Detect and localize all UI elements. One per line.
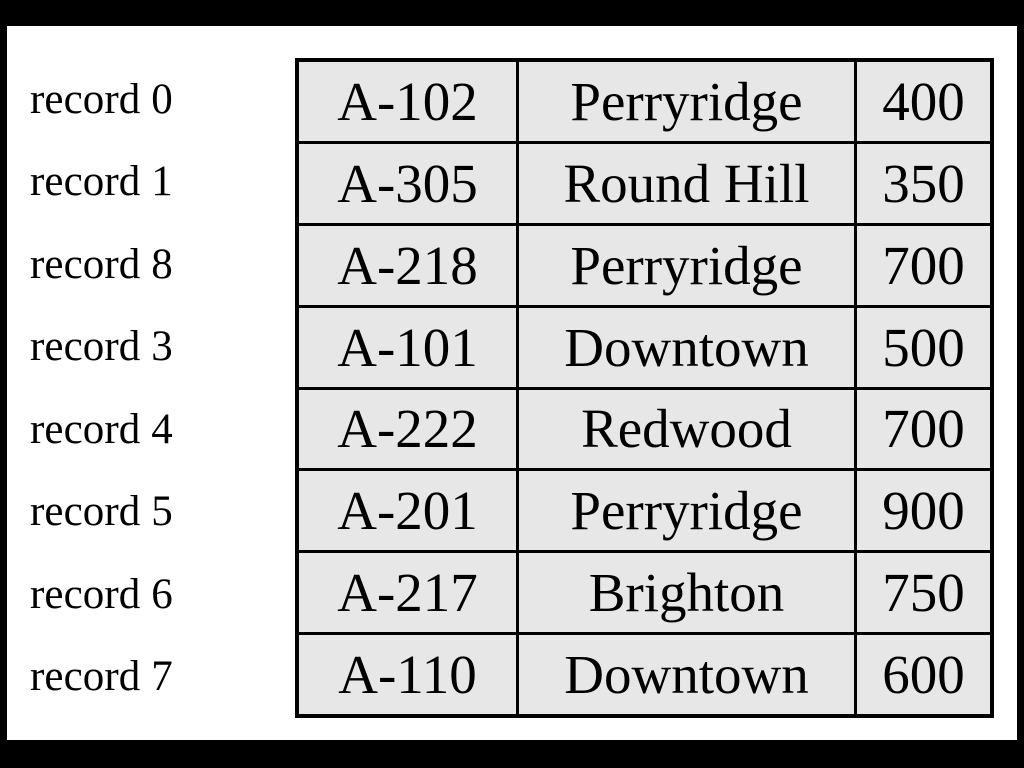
table-row: A-102 Perryridge 400 [299, 62, 990, 144]
records-table: A-102 Perryridge 400 A-305 Round Hill 35… [295, 58, 994, 718]
table-row: A-201 Perryridge 900 [299, 471, 990, 554]
record-label: record 8 [30, 240, 173, 288]
cell-account-number: A-222 [299, 389, 519, 469]
table-row: A-218 Perryridge 700 [299, 225, 990, 308]
table-row: A-222 Redwood 700 [299, 389, 990, 472]
cell-branch-name: Downtown [519, 635, 857, 714]
cell-account-number: A-305 [299, 143, 519, 223]
cell-balance: 600 [882, 644, 965, 706]
record-label: record 0 [30, 75, 173, 123]
cell-account-number: A-217 [299, 553, 519, 633]
table-row: A-305 Round Hill 350 [299, 143, 990, 226]
cell-account-number: A-201 [299, 471, 519, 551]
cell-branch-name: Redwood [519, 389, 857, 469]
record-label: record 7 [30, 653, 173, 701]
record-label: record 4 [30, 405, 173, 453]
cell-balance: 400 [882, 70, 965, 132]
slide-canvas: record 0 record 1 record 8 record 3 reco… [7, 26, 1017, 740]
cell-balance: 350 [882, 152, 965, 214]
table-row: A-101 Downtown 500 [299, 307, 990, 390]
cell-balance: 700 [882, 234, 965, 296]
cell-account-number: A-110 [299, 635, 519, 714]
cell-balance: 500 [882, 316, 965, 378]
cell-account-number: A-102 [299, 62, 519, 141]
cell-branch-name: Perryridge [519, 225, 857, 305]
record-label: record 3 [30, 323, 173, 371]
record-label: record 6 [30, 570, 173, 618]
cell-branch-name: Round Hill [519, 143, 857, 223]
record-label-list: record 0 record 1 record 8 record 3 reco… [30, 58, 295, 718]
cell-branch-name: Downtown [519, 307, 857, 387]
table-row: A-217 Brighton 750 [299, 553, 990, 636]
cell-branch-name: Brighton [519, 553, 857, 633]
cell-balance: 750 [882, 562, 965, 624]
cell-account-number: A-218 [299, 225, 519, 305]
slide-frame: record 0 record 1 record 8 record 3 reco… [0, 0, 1024, 768]
record-label: record 1 [30, 158, 173, 206]
record-label: record 5 [30, 488, 173, 536]
table-row: A-110 Downtown 600 [299, 635, 990, 714]
cell-balance: 700 [882, 398, 965, 460]
cell-branch-name: Perryridge [519, 62, 857, 141]
cell-balance: 900 [882, 480, 965, 542]
cell-branch-name: Perryridge [519, 471, 857, 551]
cell-account-number: A-101 [299, 307, 519, 387]
